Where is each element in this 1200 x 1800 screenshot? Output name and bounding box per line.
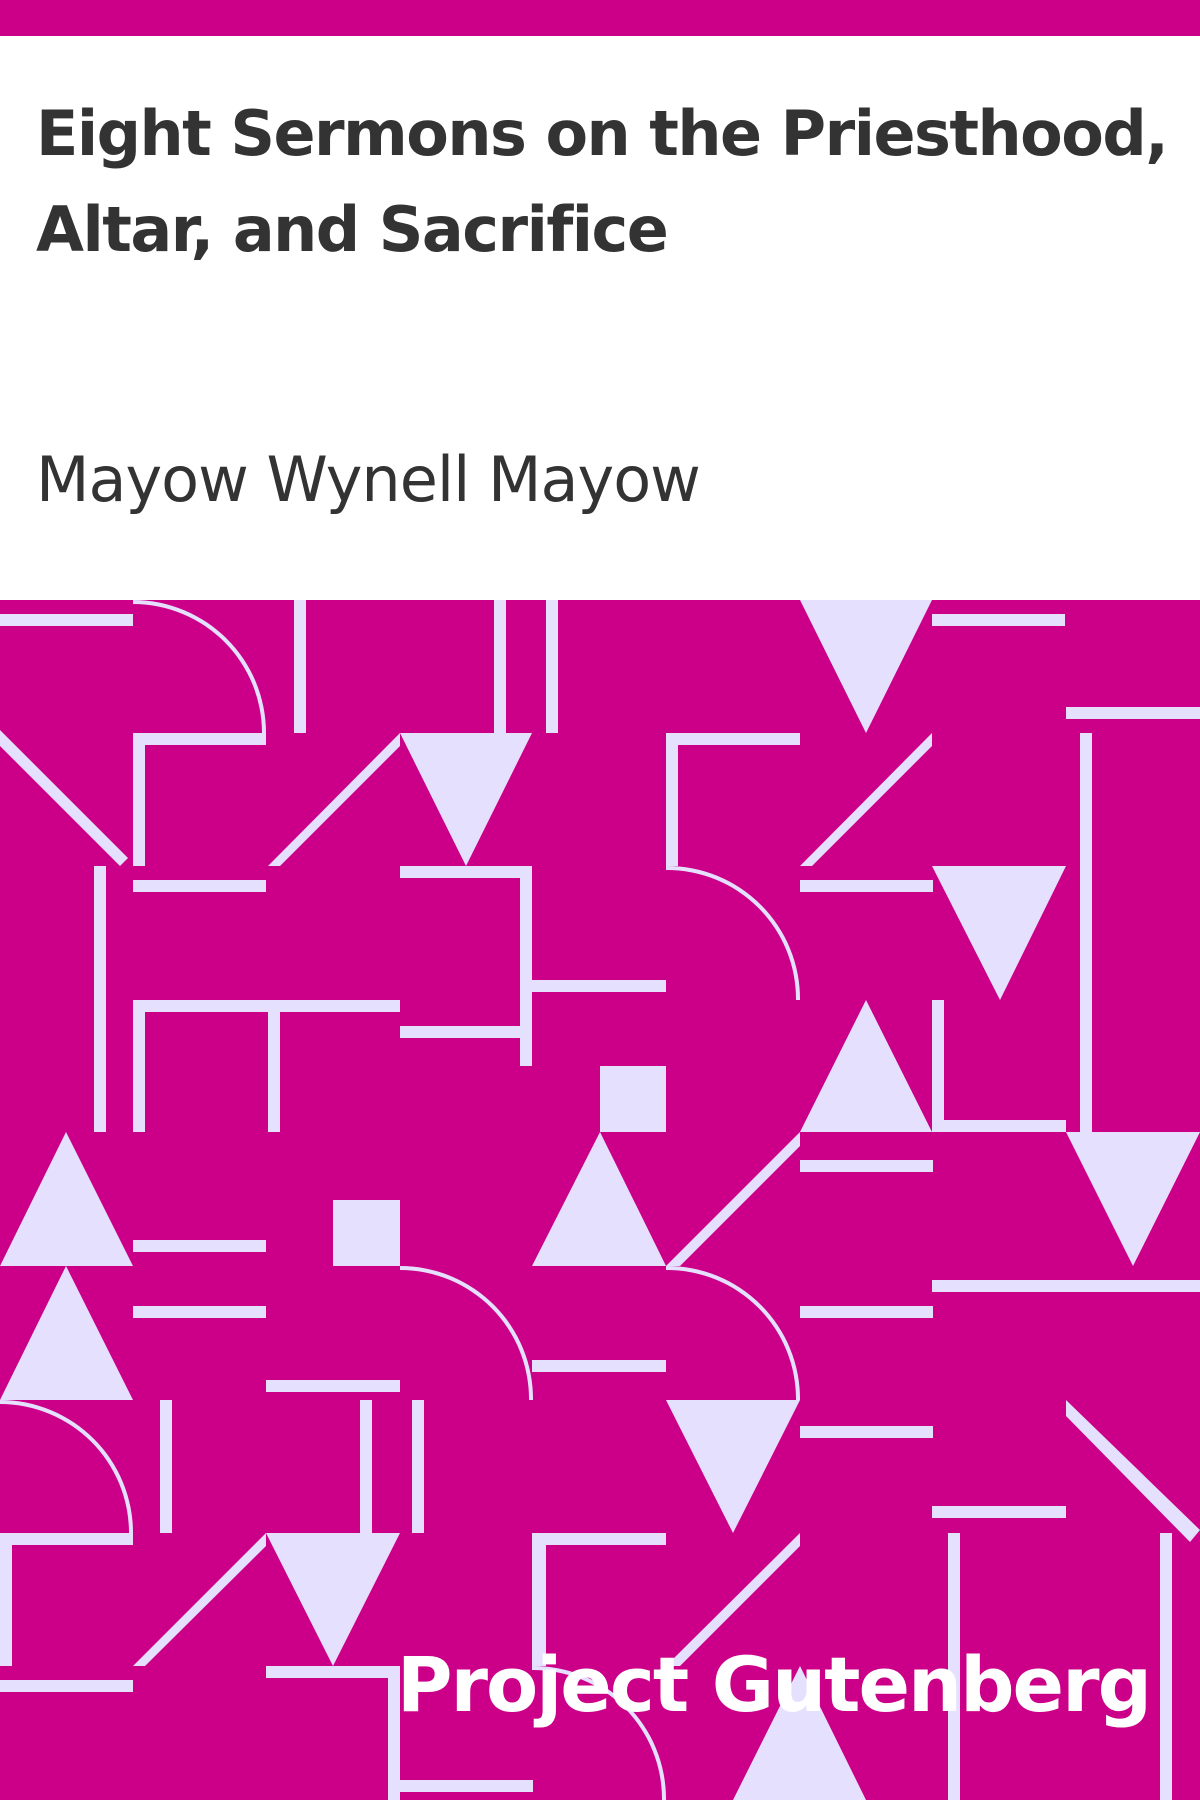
top-color-bar — [0, 0, 1200, 36]
publisher-name: Project Gutenberg — [396, 1640, 1152, 1729]
book-title: Eight Sermons on the Priesthood, Altar, … — [36, 97, 1169, 266]
book-author: Mayow Wynell Mayow — [36, 443, 701, 516]
cover-pattern — [0, 600, 1200, 1800]
